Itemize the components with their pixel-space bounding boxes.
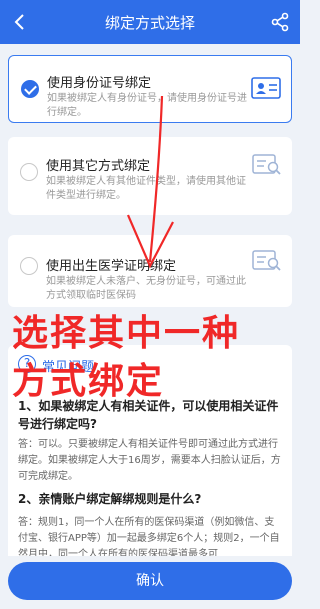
option-desc: 如果被绑定人有身份证号，请使用身份证号进行绑定。: [47, 93, 247, 118]
radio-unchecked[interactable]: [20, 257, 38, 275]
overlay-caption-line1: 选择其中一种: [12, 313, 241, 354]
card-search-icon: [252, 250, 281, 271]
share-icon[interactable]: [268, 10, 292, 34]
faq-answer: 答：可以。只要被绑定人有相关证件号即可通过此方式进行绑定。如果被绑定人大于16周…: [18, 439, 281, 482]
id-card-icon: [251, 77, 281, 99]
option-desc: 如果被绑定人未落户、无身份证号，可通过此方式领取临时医保码: [46, 276, 246, 301]
option-desc: 如果被绑定人有其他证件类型，请使用其他证件类型进行绑定。: [46, 176, 246, 201]
radio-checked[interactable]: [21, 80, 39, 98]
nav-bar: 绑定方式选择: [0, 0, 300, 44]
faq-question: 2、亲情账户绑定解绑规则是什么?: [18, 492, 202, 506]
option-title: 使用身份证号绑定: [47, 76, 152, 91]
bottom-bar: 确认: [0, 556, 300, 609]
confirm-button[interactable]: 确认: [8, 562, 292, 600]
overlay-caption-line2: 方式绑定: [12, 361, 165, 402]
option-other-method[interactable]: 使用其它方式绑定 如果被绑定人有其他证件类型，请使用其他证件类型进行绑定。: [8, 137, 292, 215]
option-birth-certificate[interactable]: 使用出生医学证明绑定 如果被绑定人未落户、无身份证号，可通过此方式领取临时医保码: [8, 235, 292, 307]
option-title: 使用出生医学证明绑定: [46, 259, 177, 274]
card-search-icon: [252, 154, 281, 175]
radio-unchecked[interactable]: [20, 163, 38, 181]
option-id-card[interactable]: 使用身份证号绑定 如果被绑定人有身份证号，请使用身份证号进行绑定。: [8, 55, 292, 123]
page-title: 绑定方式选择: [104, 14, 195, 32]
option-title: 使用其它方式绑定: [46, 159, 151, 174]
